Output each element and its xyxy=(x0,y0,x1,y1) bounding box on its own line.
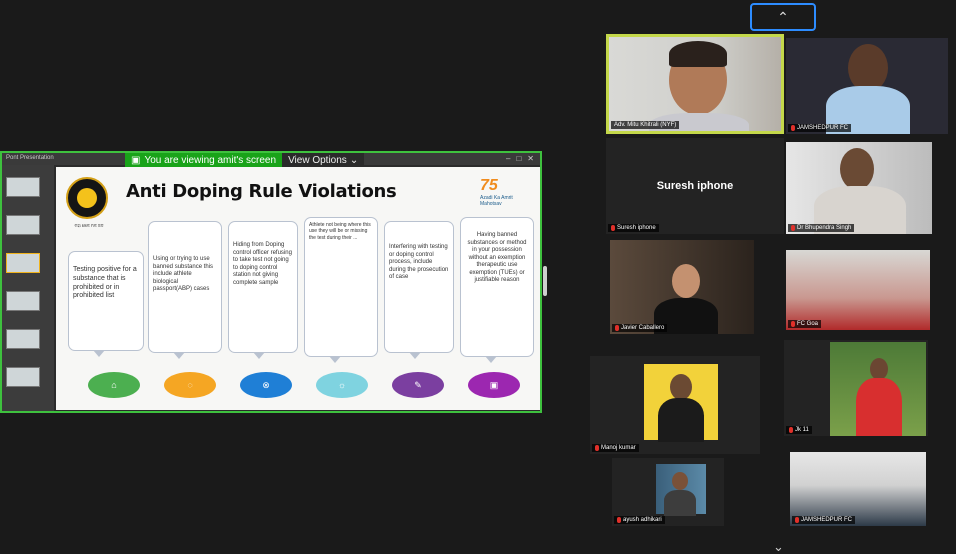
slide-thumbnail[interactable] xyxy=(6,291,40,311)
participant-name: JAMSHEDPUR FC xyxy=(797,125,849,131)
chevron-up-icon: ⌃ xyxy=(777,8,789,25)
participant-name-tag: Dr Bhupendra Singh xyxy=(788,224,855,232)
muted-mic-icon xyxy=(615,325,619,331)
share-banner: ▣ You are viewing amit's screen View Opt… xyxy=(125,152,365,168)
participant-video xyxy=(610,240,754,334)
participant-tile[interactable]: JAMSHEDPUR FC xyxy=(790,452,926,526)
violation-bubble: Interfering with testing or doping contr… xyxy=(384,221,454,359)
azadi-text: Azadi Ka Amrit Mahotsav xyxy=(480,195,513,207)
close-icon[interactable]: ✕ xyxy=(527,154,534,163)
meeting-window: Pont Presentation – □ ✕ ▣ You are viewin… xyxy=(0,0,956,554)
participant-name: Dr Bhupendra Singh xyxy=(797,225,852,231)
screen-share-icon: ▣ xyxy=(131,154,141,166)
maximize-icon[interactable]: □ xyxy=(516,154,521,163)
participant-name-tag: Jk 11 xyxy=(786,426,812,434)
muted-mic-icon xyxy=(789,427,793,433)
presentation-title: Pont Presentation xyxy=(6,155,54,161)
azadi-logo: 75 Azadi Ka Amrit Mahotsav xyxy=(480,177,532,217)
muted-mic-icon xyxy=(595,445,599,451)
violation-icon-oval: ⌂ xyxy=(88,372,140,398)
presentation-slide: ମହା ଖେଳ ମଳ ଜଳ Anti Doping Rule Violation… xyxy=(56,167,540,410)
muted-mic-icon xyxy=(795,517,799,523)
participant-tile[interactable]: Adv. Mitu Khitrali (NYF) xyxy=(606,34,784,134)
participant-name-tag: JAMSHEDPUR FC xyxy=(788,124,852,132)
muted-mic-icon xyxy=(617,517,621,523)
participant-tile[interactable]: Manoj kumar xyxy=(590,356,760,454)
viewing-label: You are viewing amit's screen xyxy=(144,154,277,166)
minimize-icon[interactable]: – xyxy=(506,154,510,163)
participant-name-tag: JAMSHEDPUR FC xyxy=(792,516,856,524)
participant-name: JAMSHEDPUR FC xyxy=(801,517,853,523)
participant-tile[interactable]: JAMSHEDPUR FC xyxy=(786,38,948,134)
participant-video xyxy=(830,342,926,436)
chevron-down-icon: ⌄ xyxy=(773,539,784,554)
viewing-banner: ▣ You are viewing amit's screen xyxy=(125,152,283,168)
logo-caption: ମହା ଖେଳ ମଳ ଜଳ xyxy=(74,223,104,228)
view-options-label: View Options xyxy=(288,154,347,166)
split-drag-handle[interactable] xyxy=(543,266,547,296)
participant-name-tag: Suresh iphone xyxy=(608,224,659,232)
muted-mic-icon xyxy=(791,225,795,231)
gallery-prev-button[interactable]: ⌃ xyxy=(750,3,816,31)
violation-bubble: Athlete not being where this use they wi… xyxy=(304,217,378,363)
muted-mic-icon xyxy=(791,321,795,327)
participant-video xyxy=(609,37,781,131)
participant-name-tag: Manoj kumar xyxy=(592,444,639,452)
participant-name-tag: Javier Caballero xyxy=(612,324,668,332)
gallery-next-button[interactable]: ⌄ xyxy=(773,539,784,554)
participant-name: ayush adhikari xyxy=(623,517,662,523)
slide-thumbnail[interactable] xyxy=(6,215,40,235)
violation-icon-oval: ✎ xyxy=(392,372,444,398)
sports-logo xyxy=(66,177,108,219)
participant-video xyxy=(656,464,706,516)
violation-icon-oval: ☼ xyxy=(316,372,368,398)
participant-tile[interactable]: FC Goa xyxy=(786,250,930,330)
shared-screen[interactable]: Pont Presentation – □ ✕ ▣ You are viewin… xyxy=(0,151,542,413)
violation-icon-oval: ▣ xyxy=(468,372,520,398)
view-options-button[interactable]: View Options ⌄ xyxy=(282,152,365,168)
slide-thumbnail[interactable] xyxy=(6,177,40,197)
slide-thumbnail[interactable] xyxy=(6,329,40,349)
participant-tile[interactable]: Javier Caballero xyxy=(610,240,754,334)
participant-video xyxy=(786,38,948,134)
participant-video xyxy=(644,364,718,442)
violation-bubble: Using or trying to use banned substance … xyxy=(148,221,222,359)
participant-name-tag: FC Goa xyxy=(788,320,822,328)
participant-name: Adv. Mitu Khitrali (NYF) xyxy=(614,122,677,128)
slide-thumbnail[interactable] xyxy=(6,253,40,273)
violation-bubble: Hiding from Doping control officer refus… xyxy=(228,221,298,359)
participant-name-tag: Adv. Mitu Khitrali (NYF) xyxy=(611,121,680,129)
participant-tile[interactable]: ayush adhikari xyxy=(612,458,724,526)
slide-thumbnails xyxy=(2,165,54,411)
participant-tile[interactable]: Jk 11 xyxy=(784,340,928,436)
azadi-number: 75 xyxy=(480,177,498,194)
video-off-name: Suresh iphone xyxy=(656,180,734,192)
participant-name: Suresh iphone xyxy=(617,225,656,231)
participant-name: FC Goa xyxy=(797,321,819,327)
participant-tile[interactable]: Dr Bhupendra Singh xyxy=(786,142,932,234)
participant-video xyxy=(786,250,930,330)
participant-video xyxy=(790,452,926,526)
muted-mic-icon xyxy=(791,125,795,131)
participant-name: Jk 11 xyxy=(795,427,809,433)
participant-name: Javier Caballero xyxy=(621,325,665,331)
slide-title: Anti Doping Rule Violations xyxy=(126,181,397,202)
violation-icon-oval: ◌ xyxy=(164,372,216,398)
violation-bubble: Testing positive for a substance that is… xyxy=(68,251,144,357)
participant-tile[interactable]: Suresh iphone Suresh iphone xyxy=(606,138,784,234)
participant-video xyxy=(786,142,932,234)
participant-name: Manoj kumar xyxy=(601,445,636,451)
chevron-down-icon: ⌄ xyxy=(349,154,359,166)
slide-thumbnail[interactable] xyxy=(6,367,40,387)
participant-name-tag: ayush adhikari xyxy=(614,516,665,524)
muted-mic-icon xyxy=(611,225,615,231)
violation-icon-oval: ⊗ xyxy=(240,372,292,398)
violation-bubble: Having banned substances or method in yo… xyxy=(460,217,534,363)
